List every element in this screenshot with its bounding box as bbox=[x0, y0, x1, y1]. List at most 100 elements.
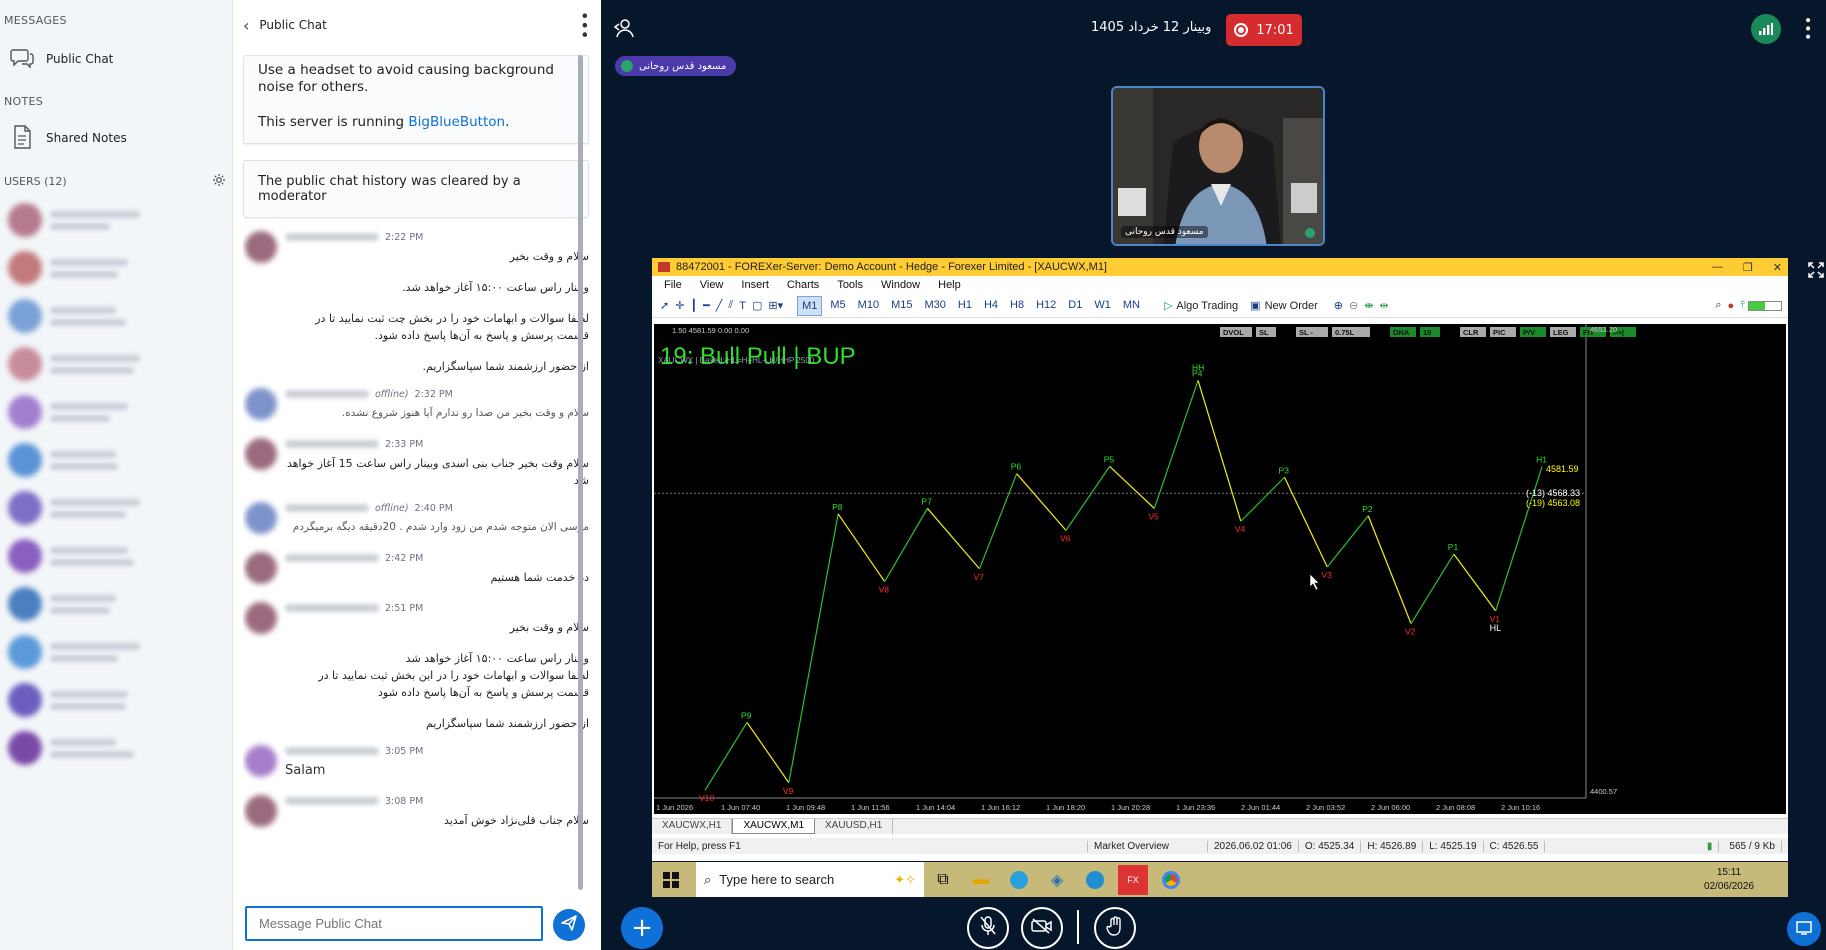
menu-item-window[interactable]: Window bbox=[881, 279, 920, 291]
menu-item-help[interactable]: Help bbox=[938, 279, 961, 291]
notification-icon[interactable]: ● bbox=[1728, 300, 1735, 312]
close-icon[interactable]: ✕ bbox=[1773, 261, 1782, 274]
file-explorer-icon[interactable]: ▬ bbox=[966, 865, 996, 895]
toolbar: ➚ ✛ ┃ ━ ╱ ⫽ T ▢ ⊞▾ M1 M5 M10 M15 M30 H1 H4 H8 H1… bbox=[652, 294, 1788, 318]
fullscreen-icon[interactable] bbox=[1808, 262, 1824, 282]
menu-item-tools[interactable]: Tools bbox=[837, 279, 863, 291]
timeframe-d1[interactable]: D1 bbox=[1064, 296, 1086, 316]
chrome-icon[interactable] bbox=[1156, 865, 1186, 895]
menu-item-file[interactable]: File bbox=[664, 279, 682, 291]
app-icon[interactable]: ◈ bbox=[1042, 865, 1072, 895]
taskbar-search[interactable]: ⌕ Type here to search ✦✧ bbox=[696, 862, 924, 897]
recording-indicator[interactable]: 17:01 bbox=[1226, 14, 1302, 46]
sender-name-blurred bbox=[285, 440, 379, 448]
user-list-item[interactable] bbox=[0, 484, 232, 532]
app-icon[interactable] bbox=[1080, 865, 1110, 895]
record-icon bbox=[1234, 23, 1249, 37]
sidebar-item-label: Public Chat bbox=[46, 52, 114, 66]
actions-button[interactable]: + bbox=[621, 907, 663, 949]
trendline-icon[interactable]: ╱ bbox=[716, 299, 723, 312]
cursor-tool-icon[interactable]: ➚ bbox=[660, 299, 669, 312]
raise-hand-button[interactable] bbox=[1094, 907, 1136, 949]
share-webcam-button[interactable] bbox=[1021, 907, 1063, 949]
swing-label: V6 bbox=[1060, 533, 1071, 543]
user-list-item[interactable] bbox=[0, 580, 232, 628]
signal-icon: ⫯ bbox=[1740, 299, 1782, 312]
timeframe-w1[interactable]: W1 bbox=[1090, 296, 1115, 316]
menu-item-charts[interactable]: Charts bbox=[787, 279, 819, 291]
send-message-button[interactable] bbox=[553, 909, 585, 941]
autoscroll-icon[interactable]: ⇹ bbox=[1379, 299, 1388, 312]
timeframe-h8[interactable]: H8 bbox=[1006, 296, 1028, 316]
timeframe-h12[interactable]: H12 bbox=[1032, 296, 1060, 316]
chart-tab[interactable]: XAUCWX,H1 bbox=[652, 819, 733, 834]
search-icon[interactable]: ⌕ bbox=[1715, 299, 1721, 312]
new-order-button[interactable]: ▣ New Order bbox=[1250, 299, 1318, 313]
timeframe-mn[interactable]: MN bbox=[1119, 296, 1144, 316]
webcam-video[interactable]: مسعود قدس روحانی bbox=[1111, 86, 1325, 246]
sidebar-item-shared-notes[interactable]: Shared Notes bbox=[0, 121, 137, 155]
forexer-app-icon[interactable]: FX bbox=[1118, 864, 1148, 895]
timeframe-m15[interactable]: M15 bbox=[887, 296, 916, 316]
text-tool-icon[interactable]: T bbox=[739, 300, 746, 312]
horizontal-line-icon[interactable]: ━ bbox=[703, 299, 710, 312]
channel-icon[interactable]: ⫽ bbox=[728, 299, 733, 312]
vertical-line-icon[interactable]: ┃ bbox=[690, 299, 697, 312]
traffic-text: 565 / 9 Kb bbox=[1723, 840, 1782, 852]
user-list-item[interactable] bbox=[0, 532, 232, 580]
chart-tab[interactable]: XAUUSD,H1 bbox=[815, 819, 894, 834]
shapes-icon[interactable]: ▢ bbox=[752, 299, 762, 312]
user-leave-icon[interactable] bbox=[613, 18, 635, 42]
chart-shift-icon[interactable]: ⇼ bbox=[1364, 299, 1373, 312]
zoom-out-icon[interactable]: ⊖ bbox=[1349, 299, 1358, 312]
user-list-item[interactable] bbox=[0, 292, 232, 340]
telegram-icon[interactable] bbox=[1004, 865, 1034, 895]
timeframe-m1[interactable]: M1 bbox=[797, 295, 823, 316]
timeframe-m10[interactable]: M10 bbox=[854, 296, 883, 316]
user-list-item[interactable] bbox=[0, 196, 232, 244]
connection-status-button[interactable] bbox=[1751, 14, 1781, 44]
chevron-left-icon[interactable]: ‹ bbox=[243, 16, 249, 35]
user-list-item[interactable] bbox=[0, 244, 232, 292]
user-list-item[interactable] bbox=[0, 676, 232, 724]
gear-icon[interactable] bbox=[212, 173, 226, 190]
toggle-presentation-button[interactable] bbox=[1787, 912, 1821, 946]
swing-label: P7 bbox=[921, 496, 932, 506]
user-name-blurred bbox=[50, 690, 128, 710]
user-list-item[interactable] bbox=[0, 340, 232, 388]
restore-icon[interactable]: ❐ bbox=[1743, 261, 1753, 274]
objects-icon[interactable]: ⊞▾ bbox=[768, 299, 783, 312]
zoom-in-icon[interactable]: ⊕ bbox=[1334, 299, 1343, 312]
timeframe-m30[interactable]: M30 bbox=[920, 296, 949, 316]
user-list-item[interactable] bbox=[0, 388, 232, 436]
windows-start-icon[interactable] bbox=[656, 865, 686, 895]
user-list-item[interactable] bbox=[0, 436, 232, 484]
taskbar-clock[interactable]: 15:11 02/06/2026 bbox=[1704, 866, 1788, 894]
sidebar-item-public-chat[interactable]: Public Chat bbox=[0, 42, 123, 76]
crosshair-tool-icon[interactable]: ✛ bbox=[675, 299, 684, 312]
message-time: 3:08 PM bbox=[385, 795, 424, 807]
zigzag-segment bbox=[1453, 553, 1497, 612]
chat-scrollbar[interactable] bbox=[578, 55, 583, 890]
app-root: MESSAGES Public Chat NOTES Shared Notes … bbox=[0, 0, 1826, 950]
bigbluebutton-link[interactable]: BigBlueButton bbox=[408, 114, 505, 130]
mute-microphone-button[interactable] bbox=[967, 907, 1009, 949]
timeframe-h1[interactable]: H1 bbox=[954, 296, 976, 316]
user-list-item[interactable] bbox=[0, 628, 232, 676]
menu-item-view[interactable]: View bbox=[700, 279, 724, 291]
price-chart[interactable]: V10 P9 V9 P8 V8 P7 V7 P6 V6 P5 V5 P4 V4 P3 V3 P2 V2 P1 V1 H… bbox=[654, 324, 1786, 814]
chat-messages[interactable]: Use a headset to avoid causing backgroun… bbox=[243, 55, 589, 895]
algo-trading-label: Algo Trading bbox=[1176, 299, 1239, 312]
more-options-icon[interactable]: ••• bbox=[1799, 16, 1815, 41]
more-options-icon[interactable]: ••• bbox=[575, 11, 594, 39]
minimize-icon[interactable]: — bbox=[1712, 261, 1723, 274]
task-view-icon[interactable]: ⧉ bbox=[928, 865, 958, 895]
user-list-item[interactable] bbox=[0, 724, 232, 772]
chart-tabs: XAUCWX,H1 XAUCWX,M1 XAUUSD,H1 bbox=[652, 818, 1788, 834]
timeframe-h4[interactable]: H4 bbox=[980, 296, 1002, 316]
chart-tab[interactable]: XAUCWX,M1 bbox=[732, 819, 816, 834]
algo-trading-button[interactable]: ▷ Algo Trading bbox=[1164, 299, 1239, 313]
timeframe-m5[interactable]: M5 bbox=[826, 296, 849, 316]
chat-message-input[interactable] bbox=[245, 906, 543, 941]
menu-item-insert[interactable]: Insert bbox=[741, 279, 769, 291]
